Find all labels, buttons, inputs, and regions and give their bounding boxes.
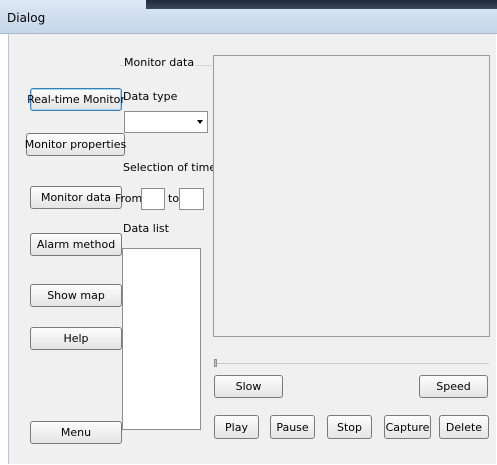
speed-button[interactable]: Speed (419, 375, 488, 398)
from-input[interactable] (141, 188, 165, 210)
help-button[interactable]: Help (30, 327, 122, 350)
playback-slider-thumb[interactable] (214, 359, 217, 367)
data-type-dropdown[interactable] (124, 111, 208, 133)
monitor-data-button[interactable]: Monitor data (30, 186, 122, 209)
to-input[interactable] (179, 188, 204, 210)
pause-button[interactable]: Pause (270, 415, 315, 439)
monitor-data-group-title: Monitor data (124, 56, 197, 69)
video-display-area (213, 55, 490, 337)
title-bar: Dialog (0, 0, 497, 34)
selection-of-time-label: Selection of time (123, 161, 217, 174)
menu-button[interactable]: Menu (30, 421, 122, 444)
delete-button[interactable]: Delete (439, 415, 489, 439)
playback-slider-track[interactable] (214, 363, 489, 364)
play-button[interactable]: Play (214, 415, 259, 439)
to-label: to (168, 192, 180, 205)
show-map-button[interactable]: Show map (30, 284, 122, 307)
alarm-method-button[interactable]: Alarm method (30, 233, 122, 256)
data-list-label: Data list (123, 222, 169, 235)
data-list[interactable] (122, 248, 201, 430)
slow-button[interactable]: Slow (214, 375, 283, 398)
stop-button[interactable]: Stop (327, 415, 372, 439)
title-bar-decoration (146, 0, 497, 9)
data-type-label: Data type (123, 90, 178, 103)
from-label: From (115, 192, 143, 205)
dialog-body: Real-time Monitor Monitor properties Mon… (8, 34, 496, 464)
window-title: Dialog (7, 11, 46, 25)
monitor-properties-button[interactable]: Monitor properties (25, 133, 126, 156)
chevron-down-icon (197, 120, 203, 124)
realtime-monitor-button[interactable]: Real-time Monitor (27, 88, 125, 111)
capture-button[interactable]: Capture (384, 415, 431, 439)
